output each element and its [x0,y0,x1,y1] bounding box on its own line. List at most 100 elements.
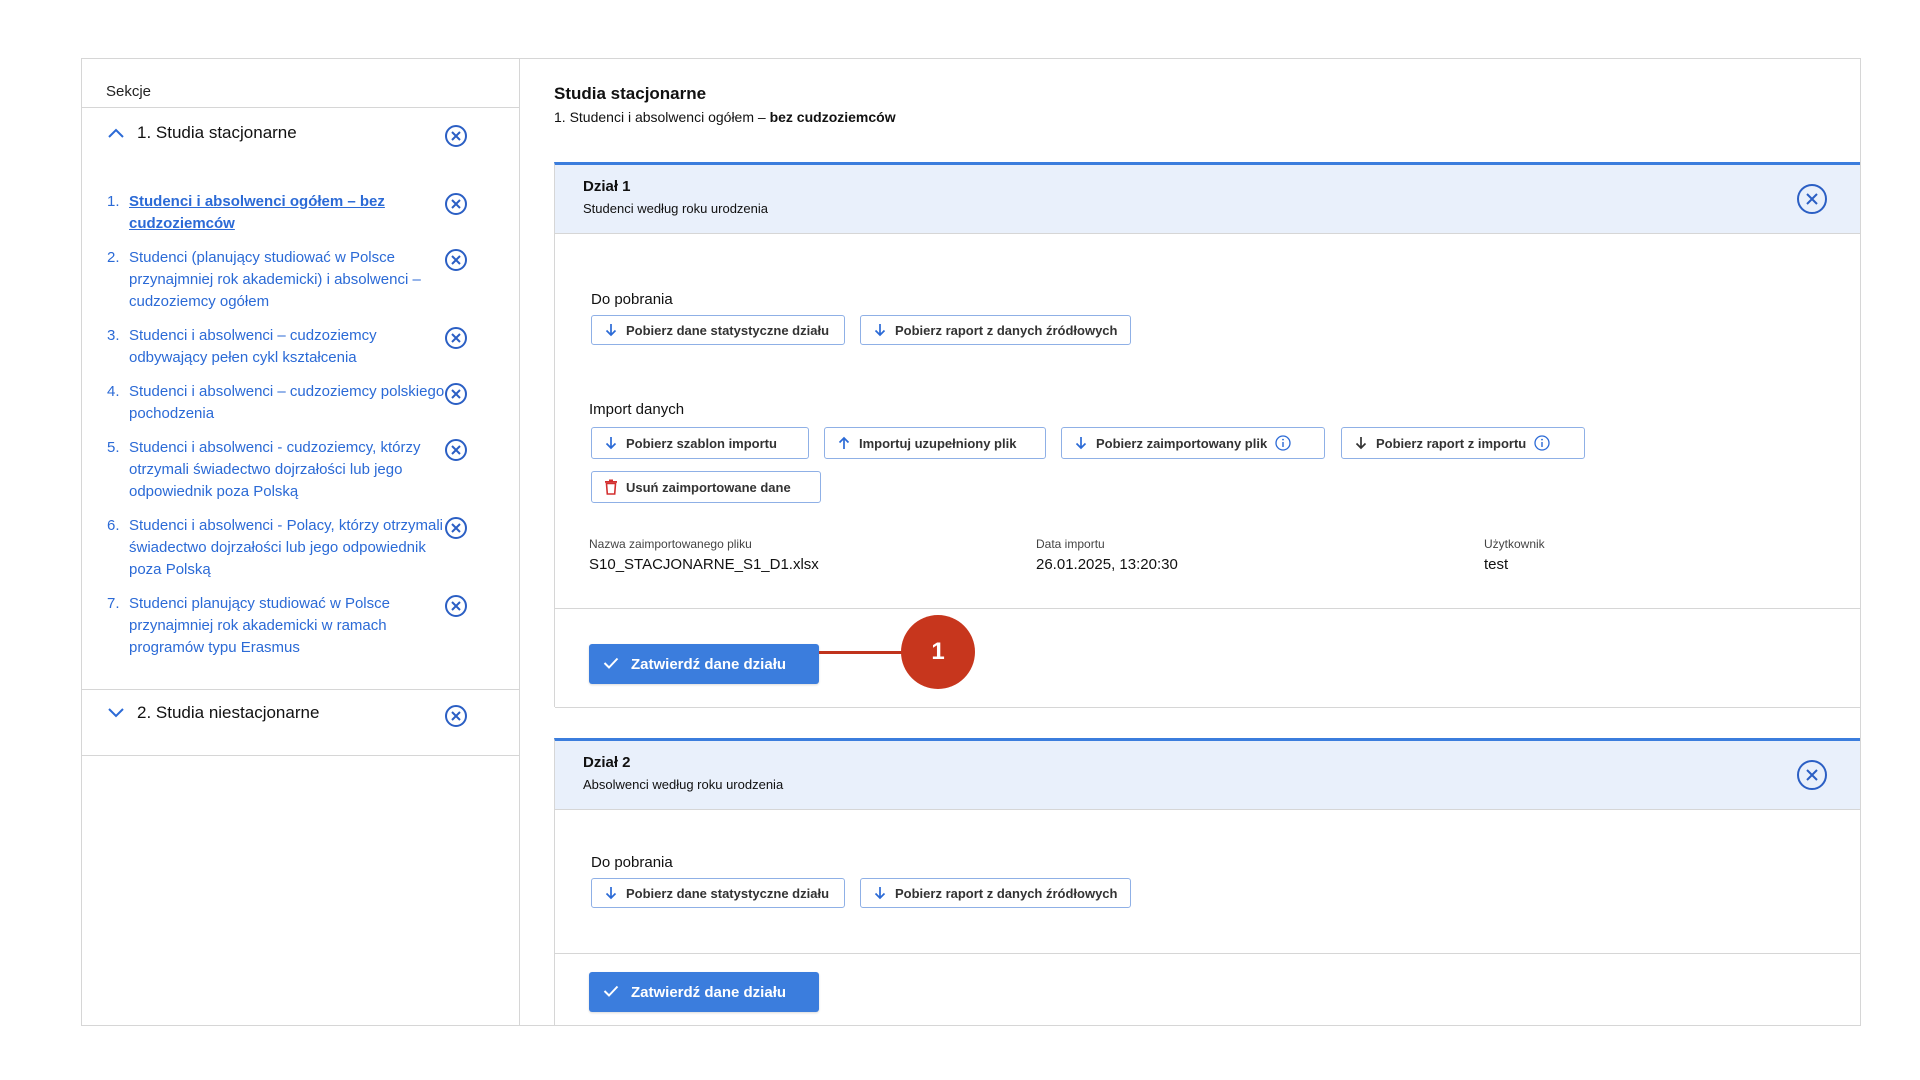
item-label[interactable]: Studenci i absolwenci – cudzoziemcy odby… [129,325,457,369]
import-file-button[interactable]: Importuj uzupełniony plik [824,427,1046,459]
item-number: 7. [107,595,120,612]
remove-section-icon[interactable] [444,704,468,728]
button-label: Pobierz zaimportowany plik [1096,435,1268,451]
section-label: 1. Studia stacjonarne [137,123,297,142]
user-value: test [1484,556,1509,573]
card-title: Dział 1 [583,178,631,195]
remove-item-icon[interactable] [444,438,468,462]
sidebar-item-4[interactable]: 4. Studenci i absolwenci – cudzoziemcy p… [107,381,457,425]
subtitle-text: 1. Studenci i absolwenci ogółem – [554,109,770,125]
check-icon [603,656,619,673]
button-label: Pobierz dane statystyczne działu [626,322,830,338]
remove-dzial-icon[interactable] [1796,183,1828,215]
import-label: Import danych [589,401,685,418]
sidebar-item-2[interactable]: 2. Studenci (planujący studiować w Polsc… [107,247,457,313]
arrow-down-icon [1354,435,1368,451]
user-label: Użytkownik [1484,537,1545,551]
remove-item-icon[interactable] [444,516,468,540]
card-subtitle: Absolwenci według roku urodzenia [583,777,784,792]
confirm-dzial-2-button[interactable]: Zatwierdź dane działu [589,972,819,1012]
app-frame: Sekcje 1. Studia stacjonarne 1. Studenci… [81,58,1861,1026]
remove-item-icon[interactable] [444,594,468,618]
card-header: Dział 2 Absolwenci według roku urodzenia [555,741,1860,810]
sidebar-item-7[interactable]: 7. Studenci planujący studiować w Polsce… [107,593,457,659]
file-name-label: Nazwa zaimportowanego pliku [589,537,752,551]
button-label: Pobierz dane statystyczne działu [626,885,830,901]
remove-item-icon[interactable] [444,382,468,406]
download-label: Do pobrania [591,854,673,871]
item-number: 6. [107,517,120,534]
divider [555,707,1860,708]
button-label: Pobierz raport z danych źródłowych [895,322,1118,338]
button-label: Importuj uzupełniony plik [859,435,1017,451]
item-label[interactable]: Studenci planujący studiować w Polsce pr… [129,593,457,659]
check-icon [603,984,619,1001]
arrow-up-icon [837,435,851,451]
dzial-2-card: Dział 2 Absolwenci według roku urodzenia… [554,738,1860,1025]
section-header-stacjonarne[interactable]: 1. Studia stacjonarne [107,123,297,143]
card-header: Dział 1 Studenci według roku urodzenia [555,165,1860,234]
divider [82,755,519,756]
page-title: Studia stacjonarne [554,84,707,103]
download-source-report-button[interactable]: Pobierz raport z danych źródłowych [860,315,1131,345]
section-header-niestacjonarne[interactable]: 2. Studia niestacjonarne [107,703,319,723]
button-label: Zatwierdź dane działu [631,655,787,673]
item-label[interactable]: Studenci i absolwenci – cudzoziemcy pols… [129,381,457,425]
callout-connector [819,651,909,654]
sidebar-item-1[interactable]: 1. Studenci i absolwenci ogółem – bez cu… [107,191,457,235]
item-label[interactable]: Studenci (planujący studiować w Polsce p… [129,247,457,313]
divider [555,608,1860,609]
callout-marker: 1 [901,615,975,689]
item-label[interactable]: Studenci i absolwenci ogółem – bez cudzo… [129,191,457,235]
button-label: Usuń zaimportowane dane [626,479,791,495]
sidebar-item-5[interactable]: 5. Studenci i absolwenci - cudzoziemcy, … [107,437,457,503]
confirm-dzial-1-button[interactable]: Zatwierdź dane działu [589,644,819,684]
download-imported-file-button[interactable]: Pobierz zaimportowany plik [1061,427,1325,459]
download-label: Do pobrania [591,291,673,308]
info-icon[interactable] [1275,435,1291,451]
download-stats-button[interactable]: Pobierz dane statystyczne działu [591,315,845,345]
remove-item-icon[interactable] [444,192,468,216]
item-number: 5. [107,439,120,456]
import-date-value: 26.01.2025, 13:20:30 [1036,556,1178,573]
download-template-button[interactable]: Pobierz szablon importu [591,427,809,459]
remove-item-icon[interactable] [444,326,468,350]
download-source-report-button[interactable]: Pobierz raport z danych źródłowych [860,878,1131,908]
arrow-down-icon [604,435,618,451]
item-number: 2. [107,249,120,266]
main-content: Studia stacjonarne 1. Studenci i absolwe… [520,59,1860,1025]
sections-sidebar: Sekcje 1. Studia stacjonarne 1. Studenci… [82,59,520,1025]
download-import-report-button[interactable]: Pobierz raport z importu [1341,427,1585,459]
card-title: Dział 2 [583,754,631,771]
section-label: 2. Studia niestacjonarne [137,703,320,722]
card-subtitle: Studenci według roku urodzenia [583,201,769,216]
sidebar-item-6[interactable]: 6. Studenci i absolwenci - Polacy, którz… [107,515,457,581]
arrow-down-icon [1074,435,1088,451]
page-subtitle: 1. Studenci i absolwenci ogółem – bez cu… [554,109,896,125]
button-label: Zatwierdź dane działu [631,983,787,1001]
dzial-1-card: Dział 1 Studenci według roku urodzenia D… [554,162,1860,708]
item-label[interactable]: Studenci i absolwenci - Polacy, którzy o… [129,515,457,581]
import-date-label: Data importu [1036,537,1105,551]
file-name-value: S10_STACJONARNE_S1_D1.xlsx [589,556,819,573]
download-stats-button[interactable]: Pobierz dane statystyczne działu [591,878,845,908]
chevron-down-icon[interactable] [107,704,125,722]
arrow-down-icon [873,885,887,901]
divider [82,689,519,690]
item-number: 4. [107,383,120,400]
info-icon[interactable] [1534,435,1550,451]
sidebar-title: Sekcje [106,83,152,100]
button-label: Pobierz raport z danych źródłowych [895,885,1118,901]
remove-item-icon[interactable] [444,248,468,272]
sidebar-item-3[interactable]: 3. Studenci i absolwenci – cudzoziemcy o… [107,325,457,369]
button-label: Pobierz raport z importu [1376,435,1527,451]
remove-section-icon[interactable] [444,124,468,148]
arrow-down-icon [604,885,618,901]
divider [82,107,519,108]
remove-dzial-icon[interactable] [1796,759,1828,791]
chevron-up-icon[interactable] [107,124,125,142]
item-label[interactable]: Studenci i absolwenci - cudzoziemcy, któ… [129,437,457,503]
button-label: Pobierz szablon importu [626,435,777,451]
item-number: 3. [107,327,120,344]
delete-imported-data-button[interactable]: Usuń zaimportowane dane [591,471,821,503]
